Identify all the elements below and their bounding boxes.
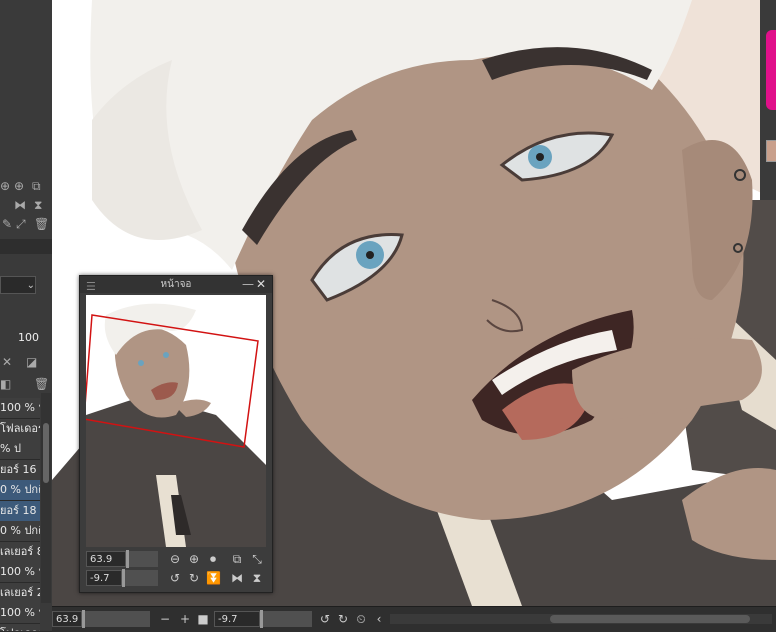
close-icon[interactable]: ✕: [256, 276, 266, 293]
layer-row[interactable]: โฟลเดอร์: [0, 419, 40, 440]
layer-panel: ⊕ ⊕ ⧉ ⧓ ⧗ ✎ ⤢ 🗑 ⌄ 100 ✕ ◪ ◧ 🗑 100 % ปโฟล…: [0, 0, 52, 631]
reset-rotation-icon[interactable]: ⏲: [354, 612, 368, 626]
layer-row[interactable]: 100 % ป: [0, 398, 40, 419]
layer-row[interactable]: 0 % ปกติ: [0, 521, 40, 542]
navigator-title-bar[interactable]: ☰ หน้าจอ — ✕: [80, 276, 272, 293]
navigator-zoom-input[interactable]: 63.9: [86, 551, 126, 567]
fit-to-window-icon[interactable]: ⧉: [230, 552, 244, 566]
layer-row[interactable]: เลเยอร์ 8: [0, 542, 40, 563]
reference-icon[interactable]: ◪: [26, 356, 37, 368]
slider-knob[interactable]: [82, 610, 85, 628]
lock-icon[interactable]: ✕: [2, 356, 12, 368]
horizontal-scrollbar[interactable]: [390, 614, 772, 624]
zoom-out-icon[interactable]: ⊖: [168, 552, 182, 566]
zoom-out-icon[interactable]: −: [158, 612, 172, 626]
delete-layer-icon[interactable]: 🗑: [34, 378, 49, 390]
status-zoom-input[interactable]: 63.9: [52, 611, 82, 627]
slider-knob[interactable]: [122, 569, 125, 587]
reset-rotation-icon[interactable]: ⏬: [206, 571, 221, 585]
layer-row[interactable]: % ป: [0, 439, 40, 460]
rotate-right-icon[interactable]: ↻: [187, 571, 201, 585]
transfer-icon[interactable]: ⤢: [16, 218, 26, 230]
color-wheel-fragment: [766, 30, 776, 110]
slider-knob[interactable]: [260, 610, 263, 628]
layer-row[interactable]: โฟลเดอร์: [0, 624, 40, 631]
layer-mask-icon[interactable]: ⧉: [32, 180, 41, 192]
layer-row[interactable]: ยอร์ 16: [0, 460, 40, 481]
status-rotation-slider[interactable]: [260, 610, 312, 628]
status-zoom-slider[interactable]: [82, 610, 150, 628]
rotate-left-icon[interactable]: ↺: [318, 612, 332, 626]
navigator-zoom-slider[interactable]: [126, 550, 158, 568]
scroll-thumb[interactable]: [550, 615, 750, 623]
zoom-in-icon[interactable]: ⊕: [187, 552, 201, 566]
navigator-rotation-slider[interactable]: [122, 569, 158, 587]
flip-horizontal-icon[interactable]: ⧓: [230, 571, 244, 585]
color-swatch[interactable]: [766, 140, 776, 162]
tab-bar: [0, 239, 52, 254]
scroll-left-icon[interactable]: ‹: [372, 612, 386, 626]
add-icon[interactable]: ⊕: [14, 180, 24, 192]
flip-vertical-icon[interactable]: ⧗: [250, 571, 264, 585]
status-bar: 63.9 − + ■ -9.7 ↺ ↻ ⏲ ‹: [52, 606, 776, 632]
right-panel-edge: [760, 0, 776, 200]
scroll-thumb[interactable]: [43, 423, 49, 483]
merge-icon[interactable]: ⧗: [34, 199, 42, 211]
status-rotation-input[interactable]: -9.7: [214, 611, 260, 627]
layer-row[interactable]: ยอร์ 18: [0, 501, 40, 522]
preview-thumbnail: [86, 295, 266, 547]
actual-size-icon[interactable]: ■: [196, 612, 210, 626]
layer-row[interactable]: 100 % ป: [0, 603, 40, 624]
layer-row[interactable]: 100 % ป: [0, 562, 40, 583]
zoom-in-icon[interactable]: +: [178, 612, 192, 626]
edit-icon[interactable]: ✎: [2, 218, 12, 230]
layer-row[interactable]: เลเยอร์ 2: [0, 583, 40, 604]
rotate-right-icon[interactable]: ↻: [336, 612, 350, 626]
layer-scrollbar[interactable]: [41, 393, 51, 603]
trash-icon[interactable]: 🗑: [34, 218, 49, 230]
navigator-panel: ☰ หน้าจอ — ✕ 63.9 ⊖ ⊕ ⏺ ⧉ ⤡ -9.7 ↺ ↻ ⏬ ⧓…: [79, 275, 273, 593]
layer-row[interactable]: 0 % ปกติ: [0, 480, 40, 501]
navigator-title: หน้าจอ: [160, 279, 192, 290]
opacity-input[interactable]: 100: [18, 331, 39, 347]
navigator-preview[interactable]: [86, 295, 266, 547]
new-layer-icon[interactable]: ⊕: [0, 180, 10, 192]
minimize-icon[interactable]: —: [242, 276, 254, 293]
flip-icon[interactable]: ⧓: [14, 199, 26, 211]
rotate-left-icon[interactable]: ↺: [168, 571, 182, 585]
blend-mode-select[interactable]: ⌄: [0, 276, 36, 294]
navigator-rotation-input[interactable]: -9.7: [86, 570, 122, 586]
fit-screen-icon[interactable]: ⤡: [250, 552, 264, 566]
actual-size-icon[interactable]: ⏺: [206, 552, 220, 566]
slider-knob[interactable]: [126, 550, 129, 568]
clip-icon[interactable]: ◧: [0, 378, 11, 390]
menu-icon[interactable]: ☰: [86, 278, 96, 295]
